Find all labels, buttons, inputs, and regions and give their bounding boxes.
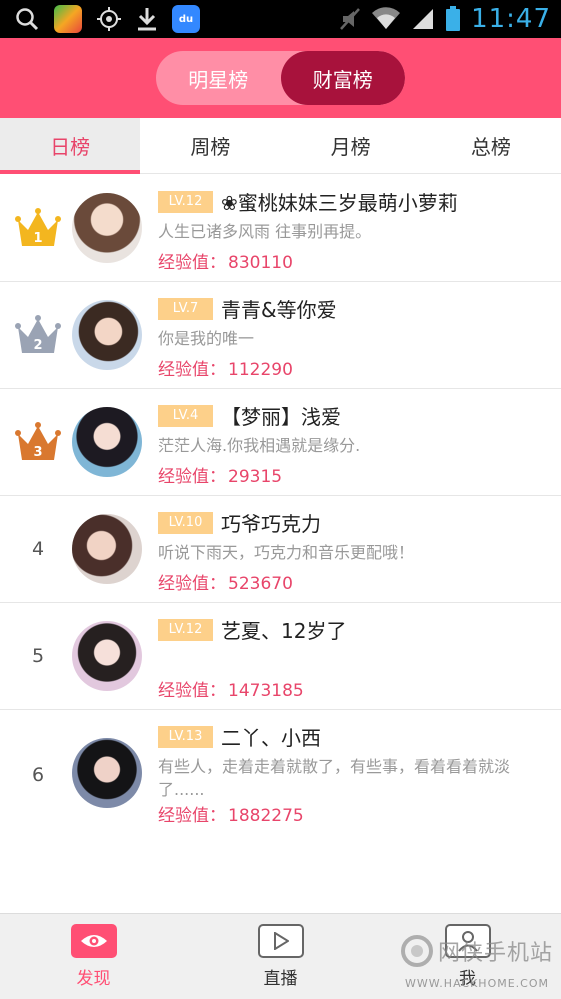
rank-badge: 5 [12,633,64,679]
experience-label: 经验值： [158,360,226,380]
ranking-type-switch: 明星榜 财富榜 [156,51,405,105]
experience: 经验值： 112290 [158,355,293,380]
status-bar: du 11:47 [0,0,561,38]
user-name: 艺夏、12岁了 [221,619,347,643]
bronze-crown-icon: 3 [14,420,62,464]
gold-crown-icon: 1 [14,206,62,250]
nav-discover[interactable]: 发现 [0,914,187,999]
list-item[interactable]: 6 LV.13 二丫、小西 有些人，走着走着就散了，有些事，看着看着就淡了...… [0,710,561,840]
signature: 听说下雨天，巧克力和音乐更配哦！ [158,543,415,562]
experience-value: 29315 [228,467,283,487]
rank-number: 6 [31,764,45,786]
experience: 经验值： 830110 [158,248,293,273]
signature: 茫茫人海.你我相遇就是缘分. [158,436,361,455]
rank-badge: 1 [12,205,64,251]
experience-value: 112290 [228,360,293,380]
search-icon [16,8,39,31]
period-tabs: 日榜 周榜 月榜 总榜 [0,118,561,174]
nav-live-label: 直播 [263,969,298,989]
experience-label: 经验值： [158,574,226,594]
tab-monthly[interactable]: 月榜 [281,118,421,173]
experience-value: 1473185 [228,681,304,701]
user-name: ❀蜜桃妹妹三岁最萌小萝莉 [221,191,458,215]
wifi-icon [372,7,401,29]
silver-crown-icon: 2 [14,313,62,357]
eye-icon [70,924,117,958]
avatar[interactable] [72,300,142,370]
rank-number: 4 [31,538,45,560]
signature: 有些人，走着走着就散了，有些事，看着看着就淡了...... [158,757,511,799]
watermark-url: WWW.HACKHOME.COM [404,977,549,990]
download-icon [138,8,156,31]
watermark-logo-icon [400,935,433,967]
experience-label: 经验值： [158,253,226,273]
user-name: 青青&等你爱 [221,298,337,322]
battery-icon [446,6,461,31]
rank-number: 3 [33,445,43,460]
level-badge: LV.12 [158,190,213,213]
ranking-list: 1 LV.12 ❀蜜桃妹妹三岁最萌小萝莉 人生已诸多风雨 往事别再提。 经验值：… [0,175,561,840]
experience-label: 经验值： [158,681,226,701]
avatar[interactable] [72,738,142,808]
level-badge: LV.4 [158,404,213,427]
clock: 11:47 [471,4,551,34]
signal-icon [413,9,434,29]
experience-value: 1882275 [228,806,304,826]
tab-total[interactable]: 总榜 [421,118,561,173]
star-ranking-button[interactable]: 明星榜 [156,51,281,105]
experience: 经验值： 1473185 [158,676,304,701]
experience-label: 经验值： [158,806,226,826]
list-item[interactable]: 2 LV.7 青青&等你爱 你是我的唯一 经验值： 112290 [0,282,561,389]
experience: 经验值： 29315 [158,462,282,487]
avatar[interactable] [72,514,142,584]
watermark: 网侠手机站 [400,934,553,968]
user-name: 二丫、小西 [221,726,321,750]
user-name: 巧爷巧克力 [221,512,321,536]
user-name: 【梦丽】浅爱 [221,405,341,429]
tab-weekly[interactable]: 周榜 [140,118,280,173]
experience: 经验值： 1882275 [158,801,304,826]
rank-badge: 4 [12,526,64,572]
rank-badge: 6 [12,752,64,798]
avatar[interactable] [72,193,142,263]
avatar[interactable] [72,407,142,477]
signature: 人生已诸多风雨 往事别再提。 [158,222,372,241]
rank-badge: 3 [12,419,64,465]
rank-number: 5 [31,645,45,667]
level-badge: LV.12 [158,618,213,641]
gps-icon [97,7,121,31]
tab-daily[interactable]: 日榜 [0,118,141,174]
nav-discover-label: 发现 [76,969,111,989]
experience: 经验值： 523670 [158,569,293,594]
avatar[interactable] [72,621,142,691]
rank-badge: 2 [12,312,64,358]
game-app-icon [54,5,82,33]
signature: 你是我的唯一 [158,329,255,348]
mute-icon [340,8,360,30]
level-badge: LV.13 [158,725,213,748]
list-item[interactable]: 5 LV.12 艺夏、12岁了 经验值： 1473185 [0,603,561,710]
level-badge: LV.10 [158,511,213,534]
header: 明星榜 财富榜 [0,38,561,118]
list-item[interactable]: 3 LV.4 【梦丽】浅爱 茫茫人海.你我相遇就是缘分. 经验值： 29315 [0,389,561,496]
rank-number: 1 [33,231,43,246]
experience-value: 523670 [228,574,293,594]
play-icon [257,924,304,958]
list-item[interactable]: 1 LV.12 ❀蜜桃妹妹三岁最萌小萝莉 人生已诸多风雨 往事别再提。 经验值：… [0,175,561,282]
watermark-text: 网侠手机站 [437,941,553,966]
level-badge: LV.7 [158,297,213,320]
list-item[interactable]: 4 LV.10 巧爷巧克力 听说下雨天，巧克力和音乐更配哦！ 经验值： 52367… [0,496,561,603]
experience-value: 830110 [228,253,293,273]
rank-number: 2 [33,338,43,353]
wealth-ranking-button[interactable]: 财富榜 [280,51,405,105]
nav-live[interactable]: 直播 [187,914,374,999]
experience-label: 经验值： [158,467,226,487]
baidu-app-icon: du [172,5,200,33]
